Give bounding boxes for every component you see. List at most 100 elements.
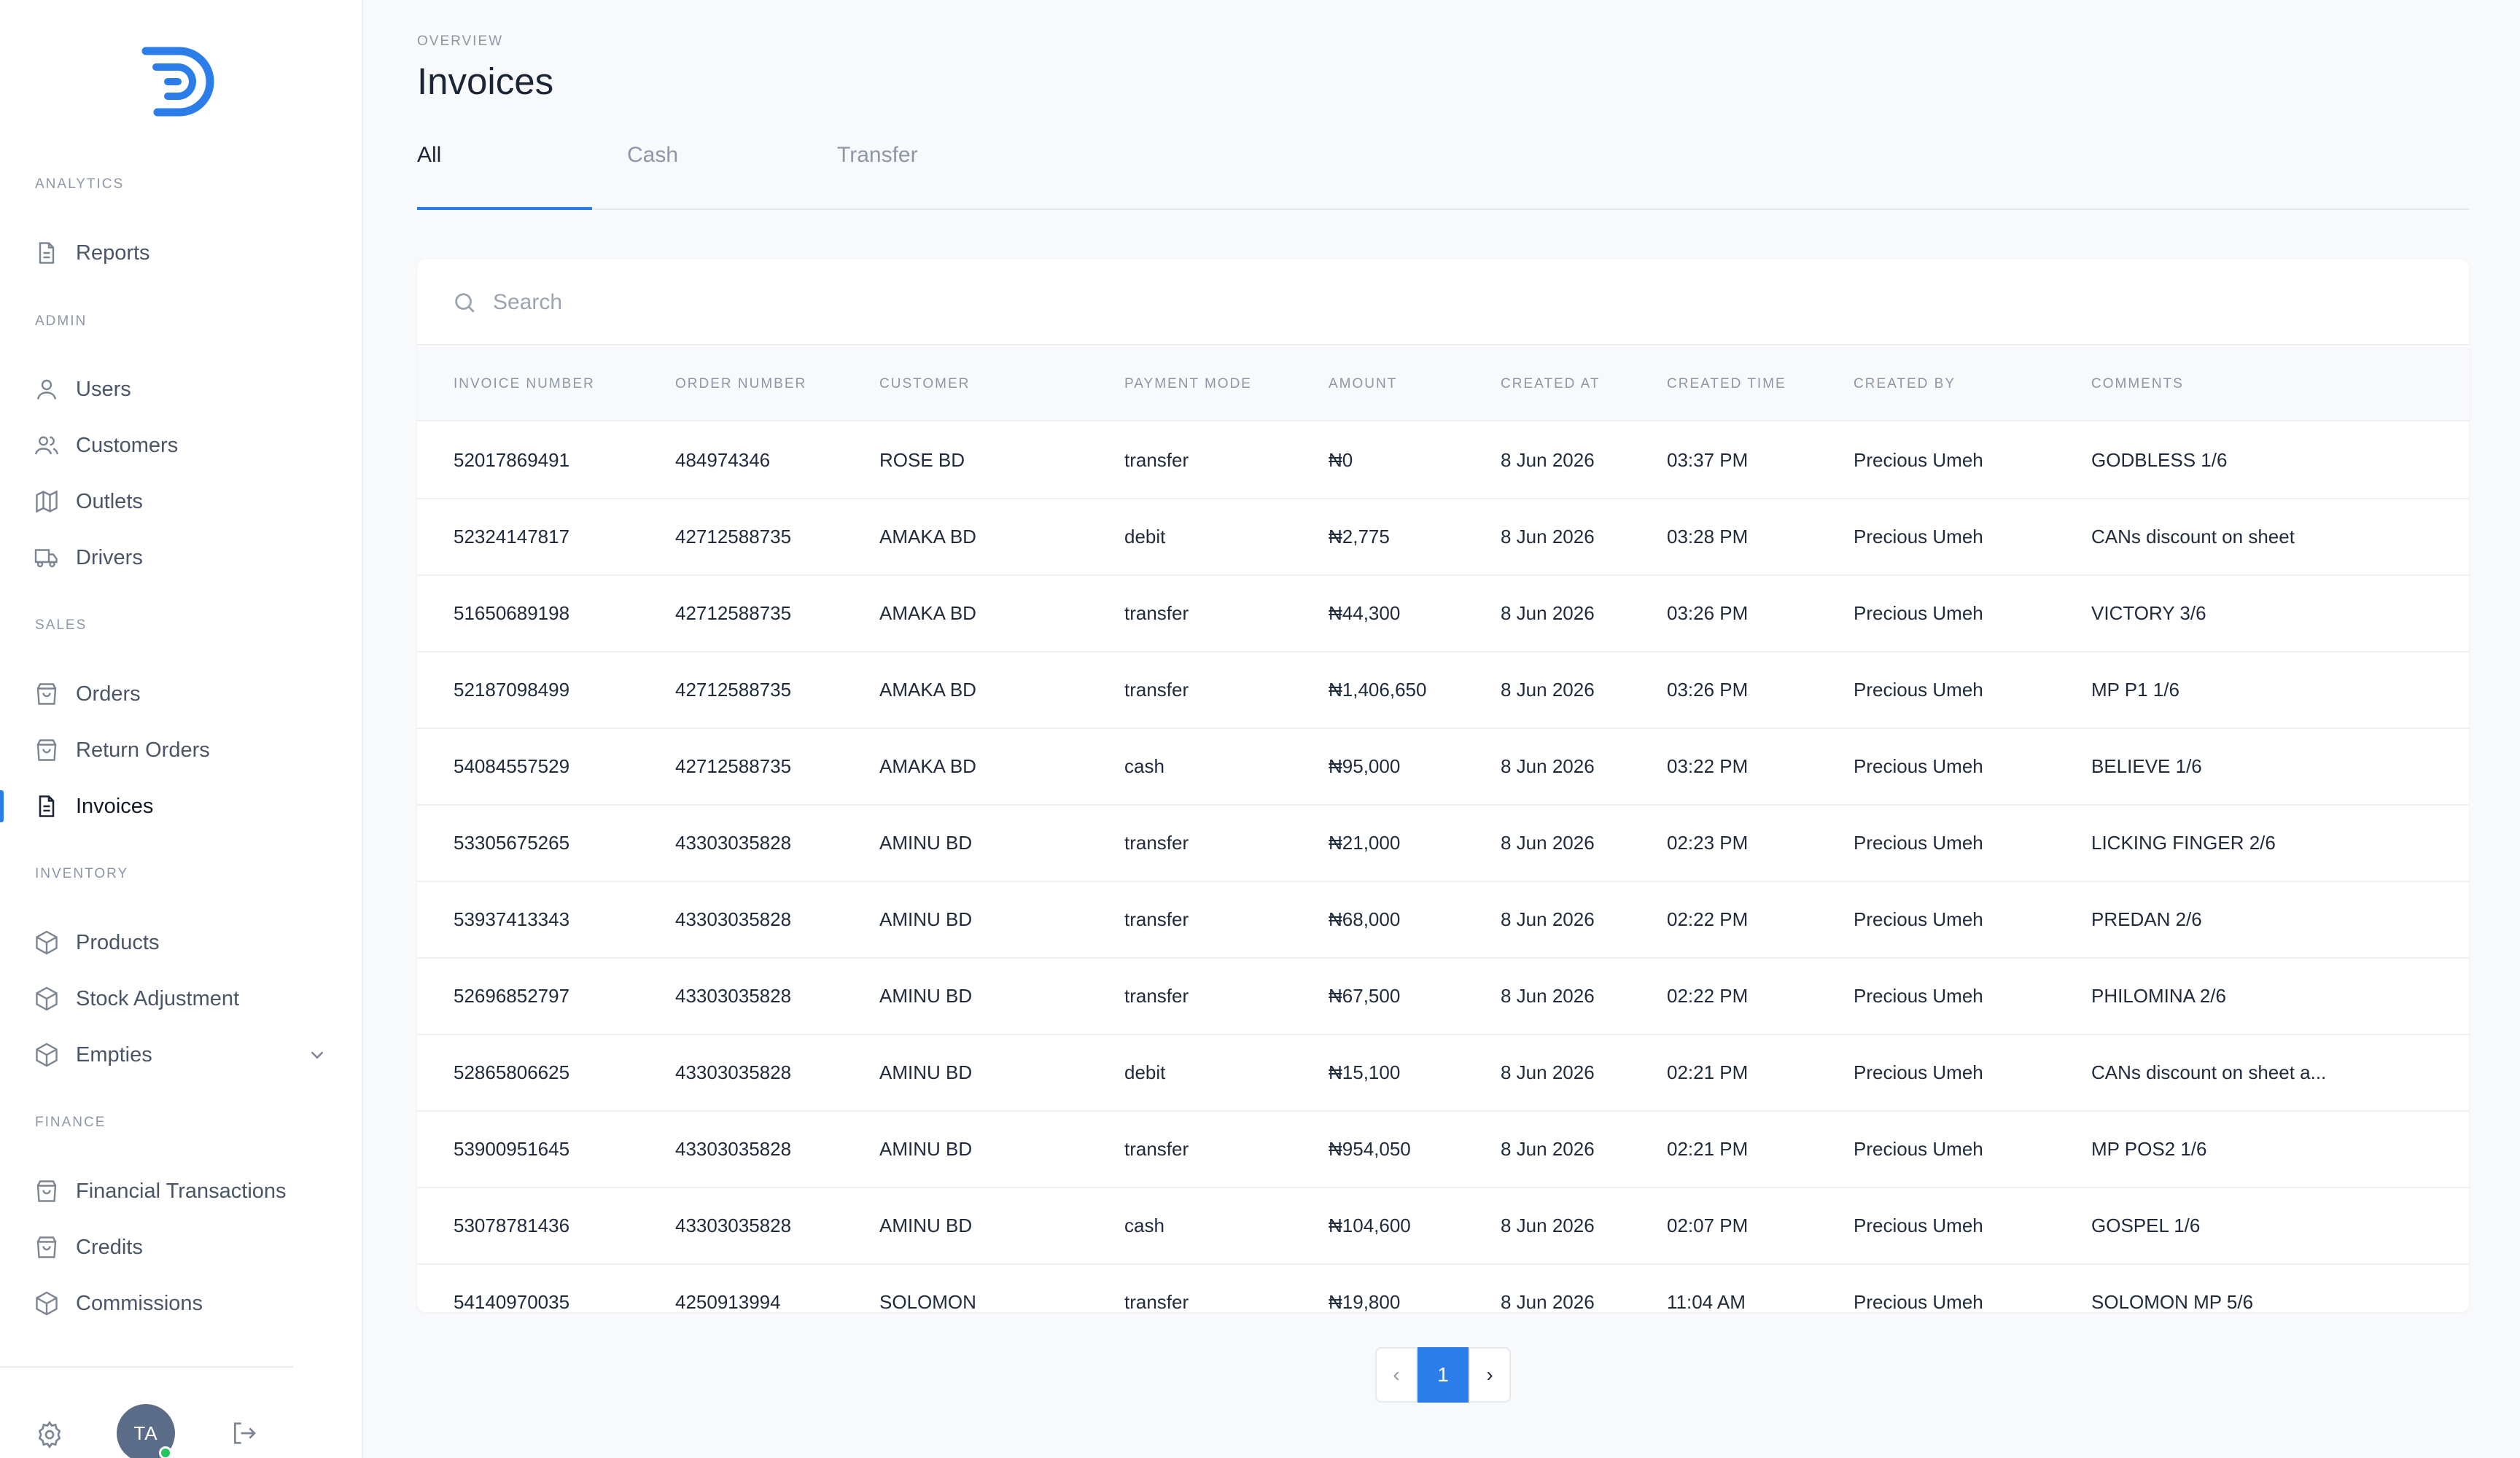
sidebar-item-reports[interactable]: Reports bbox=[0, 230, 362, 276]
shopping-bag-icon bbox=[36, 739, 57, 761]
sidebar-item-commissions[interactable]: Commissions bbox=[0, 1280, 362, 1327]
truck-icon bbox=[34, 549, 58, 568]
cell-created-by: Precious Umeh bbox=[1854, 1138, 1983, 1160]
table-row[interactable]: 52865806625 43303035828 AMINU BD debit ₦15,1… bbox=[417, 1035, 2469, 1112]
sidebar-item-users[interactable]: Users bbox=[0, 366, 362, 413]
pagination-prev-button[interactable]: ‹ bbox=[1375, 1347, 1418, 1403]
cell-amount: ₦21,000 bbox=[1329, 832, 1401, 854]
sidebar-item-label: Products bbox=[76, 930, 160, 954]
sidebar-item-label: Drivers bbox=[76, 545, 143, 569]
table-row[interactable]: 53078781436 43303035828 AMINU BD cash ₦104,6… bbox=[417, 1188, 2469, 1265]
cell-created-time: 03:26 PM bbox=[1667, 602, 1749, 624]
search-input[interactable] bbox=[493, 283, 1368, 322]
cell-customer: AMAKA BD bbox=[879, 602, 976, 624]
column-header-amount[interactable]: AMOUNT bbox=[1329, 376, 1397, 392]
table-row[interactable]: 52696852797 43303035828 AMINU BD transfer ₦6… bbox=[417, 959, 2469, 1035]
cell-created-at: 8 Jun 2026 bbox=[1501, 526, 1595, 547]
sidebar-item-drivers[interactable]: Drivers bbox=[0, 534, 362, 581]
cell-comments: GODBLESS 1/6 bbox=[2091, 449, 2228, 471]
tab-all[interactable]: All bbox=[417, 143, 441, 168]
cell-created-time: 02:21 PM bbox=[1667, 1061, 1749, 1083]
cell-payment-mode: transfer bbox=[1124, 449, 1189, 471]
page-title: Invoices bbox=[417, 61, 554, 102]
column-header-created-time[interactable]: CREATED TIME bbox=[1667, 376, 1786, 392]
cell-comments: GOSPEL 1/6 bbox=[2091, 1215, 2201, 1236]
cell-payment-mode: debit bbox=[1124, 526, 1166, 547]
section-label-sales: SALES bbox=[35, 617, 88, 633]
cell-created-by: Precious Umeh bbox=[1854, 1215, 1983, 1236]
sidebar-item-financial-transactions[interactable]: Financial Transactions bbox=[0, 1168, 362, 1215]
column-header-created-by[interactable]: CREATED BY bbox=[1854, 376, 1956, 392]
cell-order-number: 42712588735 bbox=[675, 602, 792, 624]
cell-amount: ₦95,000 bbox=[1329, 755, 1401, 777]
cell-order-number: 43303035828 bbox=[675, 985, 792, 1007]
table-row[interactable]: 54140970035 4250913994 SOLOMON transfer ₦19,… bbox=[417, 1265, 2469, 1312]
table-row[interactable]: 53900951645 43303035828 AMINU BD transfer ₦9… bbox=[417, 1112, 2469, 1188]
cube-icon bbox=[36, 930, 58, 955]
shopping-bag-icon bbox=[36, 1180, 57, 1202]
cell-created-by: Precious Umeh bbox=[1854, 449, 1983, 471]
column-header-order-number[interactable]: ORDER NUMBER bbox=[675, 376, 806, 392]
table-row[interactable]: 52324147817 42712588735 AMAKA BD debit ₦2,77… bbox=[417, 499, 2469, 576]
cell-order-number: 43303035828 bbox=[675, 1215, 792, 1236]
cell-invoice-number: 52324147817 bbox=[454, 526, 570, 547]
sidebar-item-empties[interactable]: Empties bbox=[0, 1032, 362, 1078]
cube-icon bbox=[36, 986, 58, 1011]
page-overline: OVERVIEW bbox=[417, 34, 504, 49]
cell-amount: ₦19,800 bbox=[1329, 1291, 1401, 1312]
sidebar-item-invoices[interactable]: Invoices bbox=[0, 783, 362, 830]
cell-invoice-number: 53900951645 bbox=[454, 1138, 570, 1160]
brand-logo[interactable] bbox=[136, 42, 226, 122]
cell-customer: AMINU BD bbox=[879, 1061, 973, 1083]
tab-bar: All Cash Transfer bbox=[417, 143, 2469, 210]
cell-order-number: 43303035828 bbox=[675, 1061, 792, 1083]
table-row[interactable]: 52187098499 42712588735 AMAKA BD transfer ₦1… bbox=[417, 652, 2469, 729]
pagination-page-1[interactable]: 1 bbox=[1418, 1347, 1469, 1403]
column-header-invoice-number[interactable]: INVOICE NUMBER bbox=[454, 376, 595, 392]
cell-created-by: Precious Umeh bbox=[1854, 526, 1983, 547]
cell-customer: AMINU BD bbox=[879, 1138, 973, 1160]
cell-comments: CANs discount on sheet a... bbox=[2091, 1061, 2327, 1083]
cell-created-time: 02:22 PM bbox=[1667, 908, 1749, 930]
cell-customer: AMINU BD bbox=[879, 908, 973, 930]
sidebar-item-products[interactable]: Products bbox=[0, 919, 362, 966]
sidebar-item-outlets[interactable]: Outlets bbox=[0, 478, 362, 525]
cell-invoice-number: 52865806625 bbox=[454, 1061, 570, 1083]
sidebar-item-customers[interactable]: Customers bbox=[0, 422, 362, 469]
table-row[interactable]: 53937413343 43303035828 AMINU BD transfer ₦6… bbox=[417, 882, 2469, 959]
cell-comments: MP P1 1/6 bbox=[2091, 679, 2179, 701]
cell-customer: ROSE BD bbox=[879, 449, 965, 471]
gear-icon[interactable] bbox=[35, 1420, 64, 1449]
pagination-next-button[interactable]: › bbox=[1469, 1347, 1511, 1403]
cell-created-time: 03:22 PM bbox=[1667, 755, 1749, 777]
sidebar-item-orders[interactable]: Orders bbox=[0, 671, 362, 717]
sidebar-item-credits[interactable]: Credits bbox=[0, 1224, 362, 1271]
logout-icon[interactable] bbox=[229, 1419, 258, 1448]
cell-payment-mode: transfer bbox=[1124, 832, 1189, 854]
column-header-created-at[interactable]: CREATED AT bbox=[1501, 376, 1600, 392]
sidebar-divider bbox=[0, 1366, 293, 1368]
sidebar-item-stock-adjustment[interactable]: Stock Adjustment bbox=[0, 975, 362, 1022]
table-row[interactable]: 54084557529 42712588735 AMAKA BD cash ₦95,00… bbox=[417, 729, 2469, 806]
cell-created-at: 8 Jun 2026 bbox=[1501, 1061, 1595, 1083]
sidebar-item-return-orders[interactable]: Return Orders bbox=[0, 727, 362, 773]
cell-comments: BELIEVE 1/6 bbox=[2091, 755, 2202, 777]
column-header-comments[interactable]: COMMENTS bbox=[2091, 376, 2184, 392]
table-row[interactable]: 51650689198 42712588735 AMAKA BD transfer ₦4… bbox=[417, 576, 2469, 652]
sidebar-item-label: Customers bbox=[76, 433, 179, 457]
chevron-down-icon[interactable] bbox=[306, 1044, 328, 1066]
column-header-customer[interactable]: CUSTOMER bbox=[879, 376, 970, 392]
active-tab-indicator bbox=[417, 207, 592, 210]
cell-payment-mode: transfer bbox=[1124, 602, 1189, 624]
tab-transfer[interactable]: Transfer bbox=[837, 143, 918, 168]
cell-created-at: 8 Jun 2026 bbox=[1501, 908, 1595, 930]
cell-customer: AMINU BD bbox=[879, 1215, 973, 1236]
table-row[interactable]: 53305675265 43303035828 AMINU BD transfer ₦2… bbox=[417, 806, 2469, 882]
column-header-payment-mode[interactable]: PAYMENT MODE bbox=[1124, 376, 1252, 392]
cell-customer: AMINU BD bbox=[879, 985, 973, 1007]
cell-amount: ₦67,500 bbox=[1329, 985, 1401, 1007]
cell-created-at: 8 Jun 2026 bbox=[1501, 985, 1595, 1007]
tab-cash[interactable]: Cash bbox=[627, 143, 678, 168]
cell-amount: ₦1,406,650 bbox=[1329, 679, 1427, 701]
table-row[interactable]: 52017869491 484974346 ROSE BD transfer ₦0 8 J… bbox=[417, 423, 2469, 499]
